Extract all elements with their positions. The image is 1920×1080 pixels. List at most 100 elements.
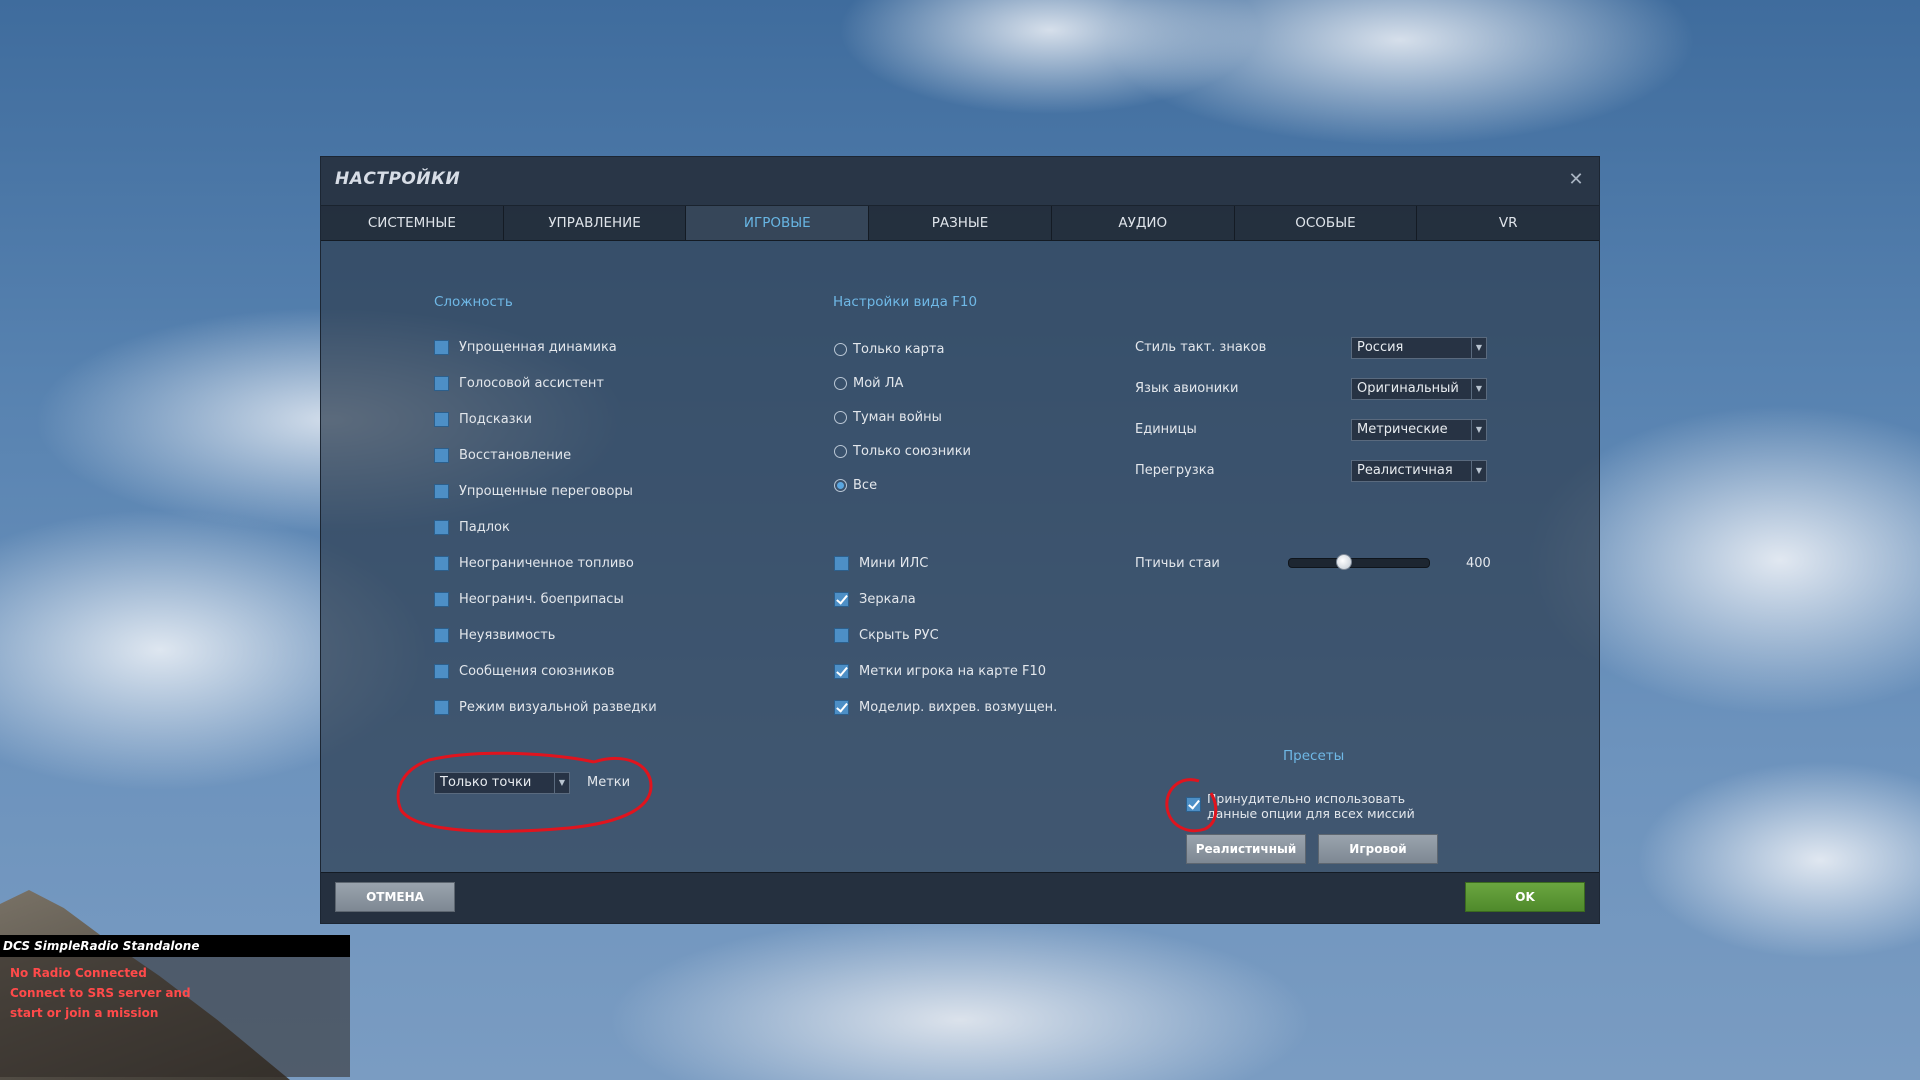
option-label: Мой ЛА [853, 375, 904, 391]
dropdown-value: Метрические [1357, 422, 1448, 437]
srs-line: No Radio Connected [10, 966, 147, 980]
f10-checkbox-option[interactable]: Метки игрока на карте F10 [834, 660, 1046, 682]
birds-slider[interactable] [1288, 558, 1430, 568]
close-icon[interactable]: ✕ [1565, 169, 1587, 191]
symbol-style-dropdown[interactable]: Россия ▼ [1351, 337, 1487, 359]
force-presets-line: данные опции для всех миссий [1207, 806, 1415, 821]
units-dropdown[interactable]: Метрические ▼ [1351, 419, 1487, 441]
f10-checkbox-option[interactable]: Моделир. вихрев. возмущен. [834, 696, 1057, 718]
checkbox[interactable] [434, 591, 449, 607]
difficulty-option[interactable]: Падлок [434, 516, 510, 538]
f10-option[interactable]: Мой ЛА [834, 372, 903, 394]
checkbox[interactable] [834, 555, 849, 571]
checkbox[interactable] [834, 699, 849, 715]
tab-system[interactable]: СИСТЕМНЫЕ [321, 206, 504, 240]
tab-special[interactable]: ОСОБЫЕ [1235, 206, 1418, 240]
option-label: Туман войны [853, 409, 942, 425]
option-label: Зеркала [859, 591, 916, 607]
option-label: Только карта [853, 341, 945, 357]
birds-value: 400 [1466, 556, 1491, 571]
f10-title: Настройки вида F10 [833, 294, 978, 310]
option-label: Падлок [459, 519, 510, 535]
radio-button[interactable] [834, 444, 847, 458]
option-label: Подсказки [459, 411, 532, 427]
dropdown-arrow-icon: ▼ [554, 773, 569, 793]
checkbox[interactable] [834, 591, 849, 607]
tab-bar: СИСТЕМНЫЕ УПРАВЛЕНИЕ ИГРОВЫЕ РАЗНЫЕ АУДИ… [321, 206, 1599, 241]
difficulty-title: Сложность [434, 294, 513, 310]
setting-label: Единицы [1135, 422, 1197, 437]
tab-misc[interactable]: РАЗНЫЕ [869, 206, 1052, 240]
dropdown-arrow-icon: ▼ [1471, 379, 1486, 399]
difficulty-option[interactable]: Голосовой ассистент [434, 372, 604, 394]
tab-vr[interactable]: VR [1417, 206, 1599, 240]
game-preset-button[interactable]: Игровой [1318, 834, 1438, 864]
settings-dialog: НАСТРОЙКИ ✕ СИСТЕМНЫЕ УПРАВЛЕНИЕ ИГРОВЫЕ… [320, 156, 1600, 924]
checkbox[interactable] [434, 627, 449, 643]
checkbox[interactable] [434, 519, 449, 535]
f10-option[interactable]: Только союзники [834, 440, 971, 462]
radio-button[interactable] [834, 410, 847, 424]
checkbox[interactable] [434, 375, 449, 391]
checkbox[interactable] [434, 663, 449, 679]
g-effects-dropdown[interactable]: Реалистичная ▼ [1351, 460, 1487, 482]
checkbox[interactable] [434, 483, 449, 499]
difficulty-option[interactable]: Режим визуальной разведки [434, 696, 657, 718]
f10-checkbox-option[interactable]: Мини ИЛС [834, 552, 928, 574]
option-label: Неуязвимость [459, 627, 556, 643]
option-label: Упрощенная динамика [459, 339, 617, 355]
ok-button[interactable]: OK [1465, 882, 1585, 912]
radio-button[interactable] [834, 376, 847, 390]
difficulty-option[interactable]: Подсказки [434, 408, 532, 430]
srs-message: No Radio Connected Connect to SRS server… [0, 957, 350, 1023]
option-label: Сообщения союзников [459, 663, 615, 679]
option-label: Только союзники [853, 443, 972, 459]
difficulty-option[interactable]: Неуязвимость [434, 624, 555, 646]
checkbox[interactable] [834, 627, 849, 643]
option-label: Упрощенные переговоры [459, 483, 633, 499]
difficulty-option[interactable]: Восстановление [434, 444, 571, 466]
difficulty-option[interactable]: Упрощенная динамика [434, 336, 617, 358]
f10-option[interactable]: Все [834, 474, 877, 496]
checkbox[interactable] [434, 339, 449, 355]
labels-label: Метки [587, 775, 631, 790]
checkbox[interactable] [434, 555, 449, 571]
difficulty-option[interactable]: Упрощенные переговоры [434, 480, 633, 502]
cancel-button[interactable]: ОТМЕНА [335, 882, 455, 912]
tab-gameplay[interactable]: ИГРОВЫЕ [686, 206, 870, 240]
force-presets-option[interactable]: Принудительно использовать данные опции … [1186, 791, 1415, 825]
labels-dropdown-value: Только точки [440, 775, 532, 790]
option-label: Метки игрока на карте F10 [859, 663, 1047, 679]
checkbox[interactable] [834, 663, 849, 679]
dropdown-value: Оригинальный [1357, 381, 1459, 396]
birds-label: Птичьи стаи [1135, 556, 1220, 571]
srs-overlay: DCS SimpleRadio Standalone No Radio Conn… [0, 935, 350, 1077]
srs-line: Connect to SRS server and [10, 986, 191, 1000]
setting-label: Перегрузка [1135, 463, 1215, 478]
difficulty-option[interactable]: Неограниченное топливо [434, 552, 634, 574]
checkbox[interactable] [1186, 797, 1201, 812]
tab-controls[interactable]: УПРАВЛЕНИЕ [504, 206, 687, 240]
f10-checkbox-option[interactable]: Зеркала [834, 588, 916, 610]
tab-audio[interactable]: АУДИО [1052, 206, 1235, 240]
dialog-titlebar: НАСТРОЙКИ ✕ [321, 157, 1599, 206]
avionics-language-dropdown[interactable]: Оригинальный ▼ [1351, 378, 1487, 400]
checkbox[interactable] [434, 447, 449, 463]
f10-option[interactable]: Только карта [834, 338, 944, 360]
dialog-footer: ОТМЕНА OK [321, 872, 1599, 923]
checkbox[interactable] [434, 699, 449, 715]
dropdown-arrow-icon: ▼ [1471, 461, 1486, 481]
checkbox[interactable] [434, 411, 449, 427]
dropdown-value: Россия [1357, 340, 1404, 355]
f10-option[interactable]: Туман войны [834, 406, 942, 428]
slider-handle[interactable] [1336, 554, 1352, 570]
gameplay-panel: Сложность Упрощенная динамика Голосовой … [321, 240, 1599, 864]
labels-dropdown[interactable]: Только точки ▼ [434, 772, 570, 794]
difficulty-option[interactable]: Неогранич. боеприпасы [434, 588, 624, 610]
radio-button[interactable] [834, 342, 847, 356]
difficulty-option[interactable]: Сообщения союзников [434, 660, 615, 682]
option-label: Все [853, 477, 878, 493]
radio-button[interactable] [834, 478, 847, 492]
f10-checkbox-option[interactable]: Скрыть РУС [834, 624, 939, 646]
realistic-preset-button[interactable]: Реалистичный [1186, 834, 1306, 864]
